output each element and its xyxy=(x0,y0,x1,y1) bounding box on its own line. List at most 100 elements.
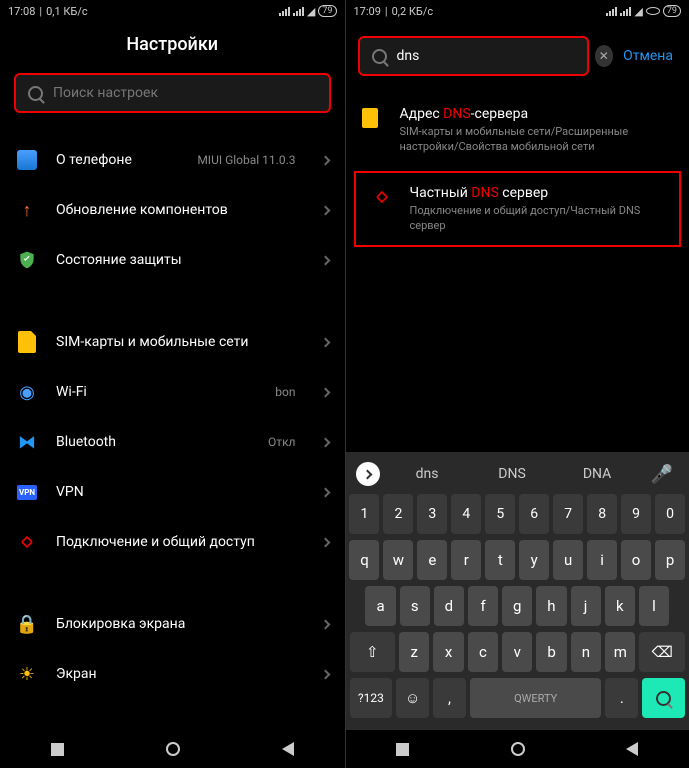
nav-bar xyxy=(0,730,345,768)
mic-icon[interactable]: 🎤 xyxy=(645,464,679,485)
key-l[interactable]: l xyxy=(639,586,669,626)
phone-icon xyxy=(16,149,38,171)
key-h[interactable]: h xyxy=(536,586,566,626)
key-c[interactable]: c xyxy=(468,632,498,672)
eye-icon xyxy=(646,7,660,15)
key-search[interactable] xyxy=(642,678,685,718)
share-icon xyxy=(16,531,38,553)
item-label: Подключение и общий доступ xyxy=(56,534,304,550)
nav-recent[interactable] xyxy=(396,743,409,756)
settings-item[interactable]: ◉ Wi-Fi bon xyxy=(0,367,345,417)
result-path: Подключение и общий доступ/Частный DNS с… xyxy=(410,204,664,234)
key-u[interactable]: u xyxy=(553,540,583,580)
key-x[interactable]: x xyxy=(433,632,463,672)
result-title: Адрес DNS-сервера xyxy=(400,106,674,122)
key-i[interactable]: i xyxy=(587,540,617,580)
share-icon xyxy=(372,187,394,209)
item-label: О телефоне xyxy=(56,152,179,168)
settings-item[interactable]: 🔒 Блокировка экрана xyxy=(0,599,345,649)
key-3[interactable]: 3 xyxy=(417,494,447,534)
key-9[interactable]: 9 xyxy=(621,494,651,534)
item-label: Wi-Fi xyxy=(56,384,257,400)
key-2[interactable]: 2 xyxy=(383,494,413,534)
settings-item[interactable]: SIM-карты и мобильные сети xyxy=(0,317,345,367)
signal-icon xyxy=(606,7,617,16)
settings-item[interactable]: ↑ Обновление компонентов xyxy=(0,185,345,235)
key-e[interactable]: e xyxy=(417,540,447,580)
key-numbers[interactable]: ?123 xyxy=(350,678,393,718)
key-period[interactable]: . xyxy=(605,678,638,718)
key-g[interactable]: g xyxy=(502,586,532,626)
item-label: SIM-карты и мобильные сети xyxy=(56,334,304,350)
status-speed: 0,1 КБ/с xyxy=(46,5,88,18)
settings-item[interactable]: ☀ Экран xyxy=(0,649,345,699)
search-result[interactable]: Адрес DNS-сервера SIM-карты и мобильные … xyxy=(346,94,689,167)
search-result[interactable]: Частный DNS сервер Подключение и общий д… xyxy=(354,171,682,248)
key-w[interactable]: w xyxy=(383,540,413,580)
wifi-icon: ◉ xyxy=(16,381,38,403)
settings-item[interactable]: ⧓ Bluetooth Откл xyxy=(0,417,345,467)
key-n[interactable]: n xyxy=(571,632,601,672)
key-r[interactable]: r xyxy=(451,540,481,580)
search-input-box[interactable] xyxy=(358,36,589,76)
nav-recent[interactable] xyxy=(51,743,64,756)
search-input-box[interactable] xyxy=(14,73,331,113)
chevron-right-icon xyxy=(320,337,330,347)
settings-item[interactable]: VPN VPN xyxy=(0,467,345,517)
key-emoji[interactable]: ☺ xyxy=(396,678,429,718)
nav-back[interactable] xyxy=(282,742,294,756)
key-shift[interactable]: ⇧ xyxy=(350,632,396,672)
suggestion[interactable]: DNS xyxy=(475,466,550,482)
settings-item[interactable]: Состояние защиты xyxy=(0,235,345,285)
key-a[interactable]: a xyxy=(365,586,395,626)
search-input[interactable] xyxy=(397,48,575,64)
key-y[interactable]: y xyxy=(519,540,549,580)
nav-home[interactable] xyxy=(166,742,180,756)
key-p[interactable]: p xyxy=(655,540,685,580)
chevron-right-icon xyxy=(320,387,330,397)
settings-item[interactable]: О телефоне MIUI Global 11.0.3 xyxy=(0,135,345,185)
key-0[interactable]: 0 xyxy=(655,494,685,534)
search-icon xyxy=(372,49,387,64)
search-input[interactable] xyxy=(53,85,317,101)
suggestion[interactable]: DNA xyxy=(560,466,635,482)
key-f[interactable]: f xyxy=(468,586,498,626)
suggestion-expand[interactable] xyxy=(356,462,380,486)
chevron-right-icon xyxy=(320,205,330,215)
key-backspace[interactable]: ⌫ xyxy=(639,632,685,672)
keyboard: dns DNS DNA 🎤 1234567890 qwertyuiop asdf… xyxy=(346,452,689,730)
key-v[interactable]: v xyxy=(502,632,532,672)
suggestion[interactable]: dns xyxy=(390,466,465,482)
key-j[interactable]: j xyxy=(571,586,601,626)
item-value: MIUI Global 11.0.3 xyxy=(197,153,295,167)
key-space[interactable]: QWERTY xyxy=(470,678,601,718)
key-s[interactable]: s xyxy=(400,586,430,626)
chevron-right-icon xyxy=(320,155,330,165)
key-5[interactable]: 5 xyxy=(485,494,515,534)
sim-icon xyxy=(16,331,38,353)
key-7[interactable]: 7 xyxy=(553,494,583,534)
key-b[interactable]: b xyxy=(536,632,566,672)
nav-home[interactable] xyxy=(511,742,525,756)
key-8[interactable]: 8 xyxy=(587,494,617,534)
key-t[interactable]: t xyxy=(485,540,515,580)
doc-icon xyxy=(362,108,384,130)
key-q[interactable]: q xyxy=(349,540,379,580)
key-comma[interactable]: , xyxy=(433,678,466,718)
key-6[interactable]: 6 xyxy=(519,494,549,534)
search-results: Адрес DNS-сервера SIM-карты и мобильные … xyxy=(346,76,689,452)
cancel-button[interactable]: Отмена xyxy=(619,48,677,64)
key-m[interactable]: m xyxy=(605,632,635,672)
settings-item[interactable]: Подключение и общий доступ xyxy=(0,517,345,567)
key-d[interactable]: d xyxy=(434,586,464,626)
key-k[interactable]: k xyxy=(605,586,635,626)
clear-search-button[interactable]: ✕ xyxy=(595,45,614,67)
nav-back[interactable] xyxy=(626,742,638,756)
item-label: Состояние защиты xyxy=(56,252,304,268)
item-label: Обновление компонентов xyxy=(56,202,304,218)
signal-icon xyxy=(279,7,290,16)
key-4[interactable]: 4 xyxy=(451,494,481,534)
key-z[interactable]: z xyxy=(399,632,429,672)
key-1[interactable]: 1 xyxy=(349,494,379,534)
key-o[interactable]: o xyxy=(621,540,651,580)
